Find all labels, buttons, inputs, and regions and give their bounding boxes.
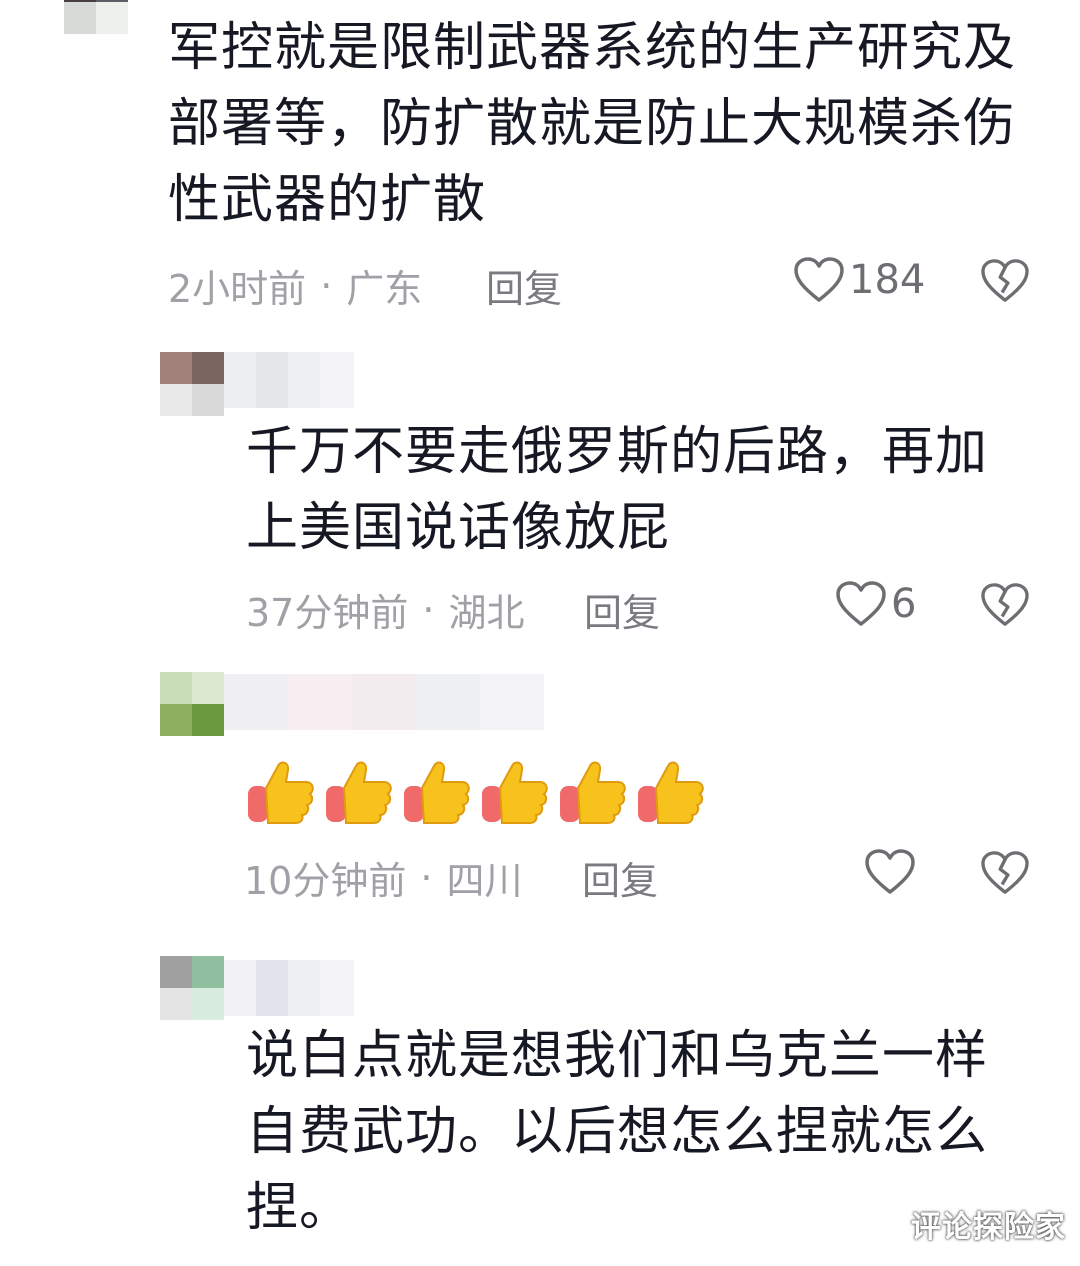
heart-outline-icon bbox=[793, 256, 845, 304]
meta-separator: · bbox=[320, 263, 333, 308]
comment-meta: 10分钟前 · 四川 bbox=[244, 850, 522, 905]
heart-outline-icon bbox=[864, 848, 916, 896]
meta-separator: · bbox=[422, 587, 435, 632]
broken-heart-icon[interactable] bbox=[980, 850, 1030, 896]
thumbs-up-emoji bbox=[322, 754, 396, 828]
username-blurred[interactable] bbox=[224, 960, 354, 1016]
comment-meta: 2小时前 · 广东 bbox=[168, 258, 422, 313]
like-count: 6 bbox=[891, 581, 917, 627]
comment-time: 37分钟前 bbox=[246, 591, 409, 635]
thumbs-up-emoji bbox=[556, 754, 630, 828]
reply-button[interactable]: 回复 bbox=[486, 258, 562, 313]
username-blurred[interactable] bbox=[224, 674, 544, 730]
comment-location: 湖北 bbox=[448, 591, 525, 635]
comment-time: 10分钟前 bbox=[244, 859, 407, 903]
like-button[interactable]: 184 bbox=[793, 256, 925, 304]
comment-text: 说白点就是想我们和乌克兰一样 自费武功。以后想怎么捏就怎么 捏。 bbox=[246, 1026, 989, 1238]
like-count: 184 bbox=[849, 257, 926, 303]
comment-location: 广东 bbox=[346, 267, 423, 311]
emoji-row bbox=[244, 754, 708, 828]
avatar[interactable] bbox=[160, 672, 224, 736]
avatar[interactable] bbox=[160, 956, 224, 1020]
watermark: 评论探险家 bbox=[911, 1210, 1066, 1245]
like-button[interactable]: 6 bbox=[835, 580, 916, 628]
username-blurred[interactable] bbox=[224, 352, 354, 408]
thumbs-up-emoji bbox=[634, 754, 708, 828]
meta-separator: · bbox=[420, 855, 433, 900]
comment-text: 千万不要走俄罗斯的后路，再加 上美国说话像放屁 bbox=[246, 422, 989, 558]
comment-item: 千万不要走俄罗斯的后路，再加 上美国说话像放屁 37分钟前 · 湖北 回复 6 bbox=[0, 320, 1080, 660]
thumbs-up-emoji bbox=[400, 754, 474, 828]
heart-outline-icon bbox=[835, 580, 887, 628]
avatar[interactable] bbox=[160, 352, 224, 416]
avatar[interactable] bbox=[64, 0, 128, 34]
comment-meta: 37分钟前 · 湖北 bbox=[246, 582, 524, 637]
like-button[interactable] bbox=[864, 848, 920, 896]
comment-time: 2小时前 bbox=[168, 267, 307, 311]
comment-location: 四川 bbox=[446, 859, 523, 903]
thumbs-up-emoji bbox=[478, 754, 552, 828]
comment-item: 军控就是限制武器系统的生产研究及 部署等，防扩散就是防止大规模杀伤 性武器的扩散… bbox=[0, 0, 1080, 320]
broken-heart-icon[interactable] bbox=[980, 582, 1030, 628]
thumbs-up-emoji bbox=[244, 754, 318, 828]
comment-text: 军控就是限制武器系统的生产研究及 部署等，防扩散就是防止大规模杀伤 性武器的扩散 bbox=[168, 18, 1017, 230]
reply-button[interactable]: 回复 bbox=[584, 582, 660, 637]
comment-item: 10分钟前 · 四川 回复 bbox=[0, 660, 1080, 930]
broken-heart-icon[interactable] bbox=[980, 258, 1030, 304]
reply-button[interactable]: 回复 bbox=[582, 850, 658, 905]
